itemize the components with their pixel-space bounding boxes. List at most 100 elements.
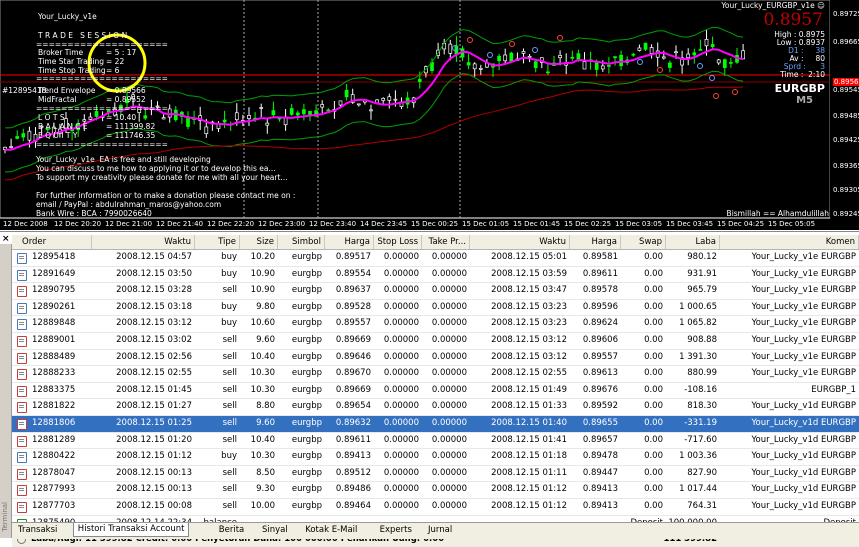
candle-body — [668, 62, 672, 68]
column-header[interactable]: Waktu — [92, 235, 195, 249]
cell-price: 0.89517 — [335, 252, 371, 262]
cell-tp: 0.00000 — [431, 484, 467, 495]
cell-tp: 0.00000 — [431, 301, 467, 312]
candle-body — [710, 44, 715, 48]
cell-price: 0.89637 — [335, 285, 371, 296]
tab-sinyal[interactable]: Sinyal — [258, 524, 292, 537]
tab-berita[interactable]: Berita — [215, 524, 248, 537]
cell-size: 9.60 — [256, 417, 275, 428]
table-row[interactable]: 12881822 2008.12.15 01:27 sell 8.80 eurgbp 0.… — [12, 399, 859, 416]
cell-order: 12889001 — [32, 334, 76, 345]
candle-body — [15, 136, 20, 139]
column-header[interactable]: Swap — [621, 235, 666, 249]
column-header[interactable]: Komen — [720, 235, 859, 249]
candle-body — [643, 42, 648, 50]
time-tick-label: 15 Dec 02:25 — [564, 220, 612, 228]
trade-marker — [732, 89, 738, 95]
cell-ctime: 2008.12.15 01:12 — [491, 500, 567, 511]
table-row[interactable]: 12888489 2008.12.15 02:56 sell 10.40 eurgbp 0… — [12, 350, 859, 367]
tab-jurnal[interactable]: Jurnal — [424, 524, 456, 537]
cell-price: 0.89512 — [335, 467, 371, 478]
tab-histori-transaksi-account[interactable]: Histori Transaksi Account — [72, 523, 190, 537]
cell-type: buy — [221, 268, 237, 279]
candle-body — [533, 61, 538, 68]
table-row[interactable]: 12878047 2008.12.15 00:13 sell 8.50 eurgbp 0.… — [12, 466, 859, 483]
cell-type: sell — [222, 500, 237, 511]
cell-ctime: 2008.12.15 01:33 — [491, 401, 567, 412]
cell-ctime: 2008.12.15 01:11 — [491, 467, 567, 478]
candle-body — [698, 49, 703, 51]
price-chart[interactable]: Your_Lucky_v1e T R A D E S E S S I O N =… — [0, 0, 859, 230]
table-row[interactable]: 12890261 2008.12.15 03:18 buy 9.80 eurgbp 0.8… — [12, 300, 859, 317]
table-row[interactable]: 12895418 2008.12.15 04:57 buy 10.20 eurgbp 0.… — [12, 250, 859, 267]
column-header[interactable]: Simbol — [278, 235, 325, 249]
cell-profit: 1 017.44 — [679, 484, 717, 495]
table-row[interactable]: 12881289 2008.12.15 01:20 sell 10.40 eurgbp 0… — [12, 433, 859, 450]
cell-ctime: 2008.12.15 03:23 — [491, 301, 567, 312]
candle-body — [686, 53, 691, 59]
cell-tp: 0.00000 — [431, 334, 467, 345]
cell-order: 12895418 — [32, 252, 76, 262]
candle-body — [27, 130, 32, 141]
cell-ctime: 2008.12.15 01:12 — [491, 484, 567, 495]
price-tick-label: 0.89485 — [833, 112, 859, 120]
cell-size: 10.00 — [250, 500, 275, 511]
cell-profit: -331.19 — [684, 417, 717, 428]
table-row[interactable]: 12889848 2008.12.15 03:12 buy 10.60 eurgbp 0.… — [12, 316, 859, 333]
column-header[interactable]: Size — [240, 235, 278, 249]
table-row[interactable]: 12883375 2008.12.15 01:45 sell 10.30 eurgbp 0… — [12, 383, 859, 400]
close-icon[interactable]: × — [2, 234, 10, 244]
price-tick-label: 0.89545 — [833, 86, 859, 94]
cell-profit: 1 065.82 — [679, 318, 717, 329]
separator-3: ===================== — [36, 104, 168, 113]
table-row[interactable]: 12890795 2008.12.15 03:28 sell 10.90 eurgbp 0… — [12, 283, 859, 300]
candle-body — [521, 51, 526, 54]
table-row[interactable]: 12881806 2008.12.15 01:25 sell 9.60 eurgbp 0.… — [12, 415, 859, 433]
time-tick-label: 12 Dec 21:40 — [156, 220, 204, 228]
cell-comment: EURGBP_1 — [811, 384, 856, 395]
cell-sl: 0.00000 — [383, 351, 419, 362]
cell-type: sell — [222, 384, 237, 395]
time-tick-label: 12 Dec 22:20 — [207, 220, 255, 228]
trade-marker — [697, 63, 703, 69]
tab-transaksi[interactable]: Transaksi — [14, 524, 61, 537]
column-header[interactable]: Waktu — [470, 235, 570, 249]
tab-kotak-e-mail[interactable]: Kotak E-Mail — [301, 524, 361, 537]
table-row[interactable]: 12877993 2008.12.15 00:13 sell 9.30 eurgbp 0.… — [12, 482, 859, 499]
column-header[interactable]: Laba — [666, 235, 720, 249]
candle-body — [576, 53, 581, 60]
time-tick-label: 12 Dec 20:20 — [54, 220, 102, 228]
terminal-panel: × Terminal Order Waktu Tipe Size Simbol Harga… — [0, 231, 859, 547]
table-row[interactable]: 12888233 2008.12.15 02:55 sell 10.30 eurgbp 0… — [12, 366, 859, 383]
cell-size: 9.60 — [256, 334, 275, 345]
cell-price: 0.89611 — [335, 434, 371, 445]
terminal-sidebar: Terminal — [0, 244, 12, 538]
cell-size: 8.50 — [256, 467, 275, 478]
cell-swap: 0.00 — [644, 285, 663, 296]
candle-body — [716, 59, 721, 64]
cell-sl: 0.00000 — [383, 451, 419, 462]
cell-comment: Your_Lucky_v1d EURGBP — [751, 484, 856, 495]
table-row[interactable]: 12877703 2008.12.15 00:08 sell 10.00 eurgbp 0… — [12, 499, 859, 516]
cell-order: 12881289 — [32, 434, 76, 445]
column-header[interactable]: Take Pr... — [422, 235, 470, 249]
column-header[interactable]: Harga — [570, 235, 621, 249]
column-header[interactable]: Stop Loss — [374, 235, 422, 249]
timeframe-label: M5 — [796, 95, 813, 106]
tab-experts[interactable]: Experts — [376, 524, 416, 537]
lots-value: = 10.40 — [106, 113, 137, 122]
chart-footer: Bismillah == Alhamdulillah — [726, 209, 829, 218]
column-header[interactable]: Harga — [325, 235, 374, 249]
candle-body — [21, 133, 26, 138]
table-row[interactable]: 12880422 2008.12.15 01:12 buy 10.30 eurgbp 0.… — [12, 449, 859, 466]
column-header[interactable]: Order — [12, 235, 92, 249]
cell-swap: 0.00 — [644, 467, 663, 478]
table-row[interactable]: 12891649 2008.12.15 03:50 buy 10.90 eurgbp 0.… — [12, 267, 859, 284]
table-row[interactable]: 12889001 2008.12.15 03:02 sell 9.60 eurgbp 0.… — [12, 333, 859, 350]
trade-marker — [637, 59, 643, 65]
cell-time: 2008.12.15 01:20 — [116, 434, 192, 445]
candle-body — [497, 55, 501, 62]
cell-profit: 827.90 — [687, 467, 717, 478]
cell-time: 2008.12.15 02:55 — [116, 368, 192, 379]
column-header[interactable]: Tipe — [195, 235, 240, 249]
